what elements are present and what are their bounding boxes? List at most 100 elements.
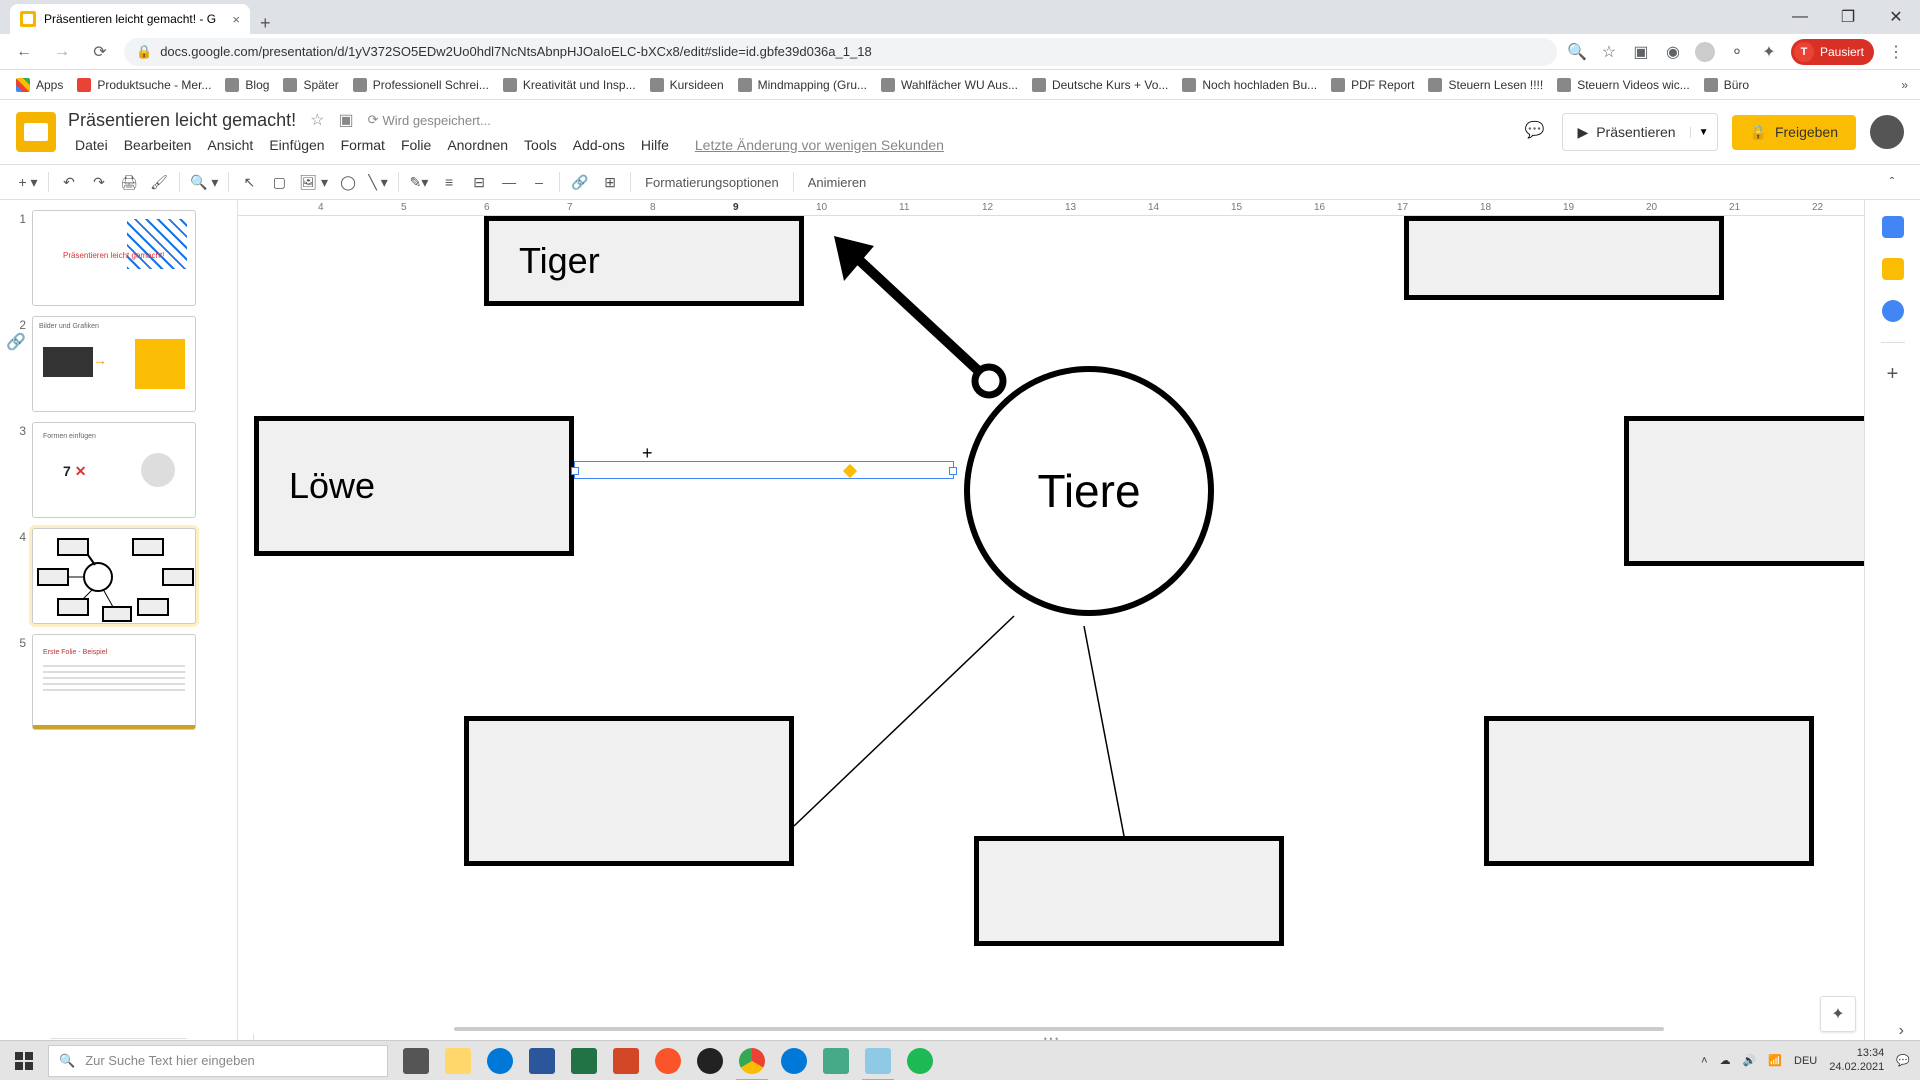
selection-handle[interactable] bbox=[571, 467, 579, 475]
maximize-icon[interactable]: ❐ bbox=[1824, 0, 1872, 34]
slide-thumb-4[interactable]: 4 bbox=[0, 528, 237, 624]
add-addon-icon[interactable]: + bbox=[1882, 363, 1904, 385]
shape-rect-tr[interactable] bbox=[1404, 216, 1724, 300]
system-clock[interactable]: 13:34 24.02.2021 bbox=[1829, 1047, 1884, 1073]
spotify-icon[interactable] bbox=[900, 1041, 940, 1080]
comments-icon[interactable]: 💬 bbox=[1524, 120, 1548, 144]
new-tab-button[interactable]: + bbox=[250, 13, 281, 34]
zoom-button[interactable]: 🔍 ▾ bbox=[186, 168, 222, 196]
bookmark-item[interactable]: Produktsuche - Mer... bbox=[73, 76, 215, 94]
menu-insert[interactable]: Einfügen bbox=[262, 135, 331, 155]
slides-logo-icon[interactable] bbox=[16, 112, 56, 152]
slide-thumb-3[interactable]: 3Formen einfügen7 bbox=[0, 422, 237, 518]
horizontal-scrollbar[interactable] bbox=[454, 1024, 1664, 1034]
menu-edit[interactable]: Bearbeiten bbox=[117, 135, 199, 155]
bookmark-folder[interactable]: Büro bbox=[1700, 76, 1753, 94]
zoom-icon[interactable]: 🔍 bbox=[1567, 42, 1587, 62]
paint-format-button[interactable]: 🖌 bbox=[145, 168, 173, 196]
line-tool[interactable]: ╲ ▾ bbox=[364, 168, 392, 196]
notification-center-icon[interactable]: 💬 bbox=[1896, 1054, 1910, 1067]
comment-button[interactable]: ⊞ bbox=[596, 168, 624, 196]
taskbar-search[interactable]: 🔍 Zur Suche Text hier eingeben bbox=[48, 1045, 388, 1077]
browser-tab[interactable]: Präsentieren leicht gemacht! - G × bbox=[10, 4, 250, 34]
tag-icon[interactable]: ⚬ bbox=[1727, 42, 1747, 62]
task-view-icon[interactable] bbox=[396, 1041, 436, 1080]
shape-rect-bl[interactable] bbox=[464, 716, 794, 866]
shape-tiger[interactable]: Tiger bbox=[484, 216, 804, 306]
shape-rect-br[interactable] bbox=[1484, 716, 1814, 866]
slide-thumb-5[interactable]: 5Erste Folie - Beispiel bbox=[0, 634, 237, 730]
menu-help[interactable]: Hilfe bbox=[634, 135, 676, 155]
image-tool[interactable]: 🖼 ▾ bbox=[295, 168, 332, 196]
tasks-icon[interactable] bbox=[1882, 300, 1904, 322]
undo-button[interactable]: ↶ bbox=[55, 168, 83, 196]
line-end-button[interactable]: – bbox=[525, 168, 553, 196]
forward-button[interactable]: → bbox=[48, 38, 76, 66]
notepad-icon[interactable] bbox=[858, 1041, 898, 1080]
bookmark-folder[interactable]: Blog bbox=[221, 76, 273, 94]
animate-button[interactable]: Animieren bbox=[800, 175, 875, 190]
menu-format[interactable]: Format bbox=[334, 135, 392, 155]
bookmark-folder[interactable]: Steuern Lesen !!!! bbox=[1424, 76, 1547, 94]
slide-thumb-1[interactable]: 1Präsentieren leicht gemacht! bbox=[0, 210, 237, 306]
menu-dots-icon[interactable]: ⋮ bbox=[1886, 42, 1906, 62]
url-input[interactable]: 🔒 docs.google.com/presentation/d/1yV372S… bbox=[124, 38, 1557, 66]
wifi-icon[interactable]: 📶 bbox=[1768, 1054, 1782, 1067]
menu-arrange[interactable]: Anordnen bbox=[440, 135, 515, 155]
keep-icon[interactable] bbox=[1882, 258, 1904, 280]
shape-tool[interactable]: ◯ bbox=[334, 168, 362, 196]
bookmark-folder[interactable]: Professionell Schrei... bbox=[349, 76, 493, 94]
selected-connector[interactable] bbox=[574, 461, 954, 479]
close-tab-icon[interactable]: × bbox=[232, 12, 240, 27]
powerpoint-icon[interactable] bbox=[606, 1041, 646, 1080]
bookmarks-overflow-icon[interactable]: » bbox=[1901, 78, 1908, 92]
last-change-link[interactable]: Letzte Änderung vor wenigen Sekunden bbox=[688, 135, 951, 155]
select-tool[interactable]: ↖ bbox=[235, 168, 263, 196]
line-color-button[interactable]: ✎▾ bbox=[405, 168, 433, 196]
apps-bookmark[interactable]: Apps bbox=[12, 76, 67, 94]
explore-button[interactable]: ✦ bbox=[1820, 996, 1856, 1032]
collapse-toolbar-icon[interactable]: ˆ bbox=[1878, 168, 1906, 196]
menu-view[interactable]: Ansicht bbox=[200, 135, 260, 155]
slide-thumb-2[interactable]: 2Bilder und Grafiken→ bbox=[0, 316, 237, 412]
bookmark-folder[interactable]: Noch hochladen Bu... bbox=[1178, 76, 1321, 94]
reload-button[interactable]: ⟳ bbox=[86, 38, 114, 66]
extensions-icon[interactable]: ✦ bbox=[1759, 42, 1779, 62]
hide-side-panel-icon[interactable]: › bbox=[1899, 1022, 1904, 1040]
bookmark-star-icon[interactable]: ☆ bbox=[1599, 42, 1619, 62]
bookmark-folder[interactable]: Mindmapping (Gru... bbox=[734, 76, 871, 94]
close-window-icon[interactable]: ✕ bbox=[1872, 0, 1920, 34]
present-dropdown-icon[interactable]: ▼ bbox=[1690, 127, 1717, 138]
brave-icon[interactable] bbox=[648, 1041, 688, 1080]
user-avatar[interactable] bbox=[1870, 115, 1904, 149]
bookmark-folder[interactable]: Steuern Videos wic... bbox=[1553, 76, 1694, 94]
textbox-tool[interactable]: ▢ bbox=[265, 168, 293, 196]
bookmark-folder[interactable]: Später bbox=[279, 76, 342, 94]
selection-midpoint[interactable] bbox=[843, 464, 857, 478]
bookmark-folder[interactable]: Wahlfächer WU Aus... bbox=[877, 76, 1022, 94]
readlist-icon[interactable]: ▣ bbox=[1631, 42, 1651, 62]
bookmark-folder[interactable]: Kursideen bbox=[646, 76, 728, 94]
star-icon[interactable]: ☆ bbox=[310, 110, 324, 130]
menu-slide[interactable]: Folie bbox=[394, 135, 438, 155]
app-icon[interactable] bbox=[816, 1041, 856, 1080]
menu-addons[interactable]: Add-ons bbox=[566, 135, 632, 155]
line-start-button[interactable]: — bbox=[495, 168, 523, 196]
new-slide-button[interactable]: + ▾ bbox=[14, 168, 42, 196]
present-button[interactable]: ▶Präsentieren ▼ bbox=[1562, 113, 1717, 151]
line-weight-button[interactable]: ≡ bbox=[435, 168, 463, 196]
shape-rect-mr[interactable] bbox=[1624, 416, 1864, 566]
word-icon[interactable] bbox=[522, 1041, 562, 1080]
obs-icon[interactable] bbox=[690, 1041, 730, 1080]
shape-lowe[interactable]: Löwe bbox=[254, 416, 574, 556]
cookie-icon[interactable]: ◉ bbox=[1663, 42, 1683, 62]
format-options-button[interactable]: Formatierungsoptionen bbox=[637, 175, 787, 190]
onedrive-icon[interactable]: ☁ bbox=[1720, 1054, 1731, 1067]
share-button[interactable]: 🔒 Freigeben bbox=[1732, 115, 1856, 150]
menu-file[interactable]: Datei bbox=[68, 135, 115, 155]
print-button[interactable]: 🖨 bbox=[115, 168, 143, 196]
connector-arrow[interactable] bbox=[804, 216, 1084, 416]
edge-icon[interactable] bbox=[774, 1041, 814, 1080]
volume-icon[interactable]: 🔊 bbox=[1743, 1054, 1757, 1067]
back-button[interactable]: ← bbox=[10, 38, 38, 66]
